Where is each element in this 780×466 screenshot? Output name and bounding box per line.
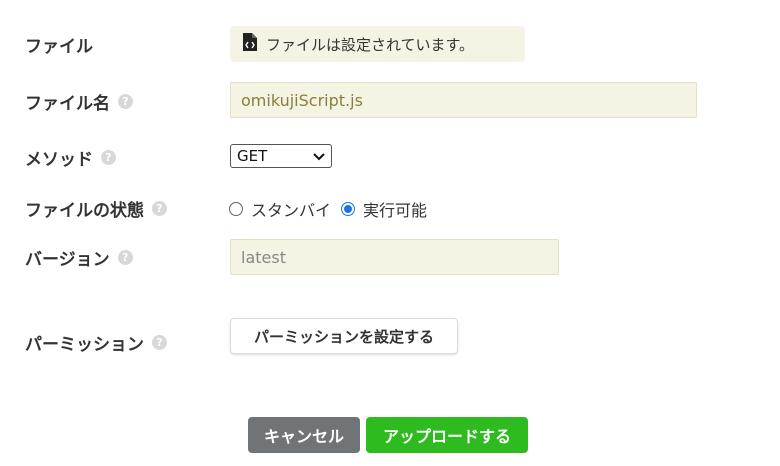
help-icon[interactable]: ? (101, 149, 116, 165)
file-status-text: ファイルは設定されています。 (266, 35, 475, 54)
cancel-button[interactable]: キャンセル (248, 417, 360, 453)
method-label: メソッド (25, 149, 93, 170)
file-label-row: ファイル (25, 32, 93, 57)
file-state-label-row: ファイルの状態 ? (25, 196, 167, 221)
method-select[interactable]: GET (230, 144, 332, 168)
file-label: ファイル (25, 36, 93, 57)
file-status-box: ファイルは設定されています。 (230, 26, 525, 62)
file-state-radio-group: スタンバイ 実行可能 (229, 197, 427, 221)
filename-label-row: ファイル名 ? (25, 89, 133, 114)
method-selected-value: GET (237, 147, 268, 165)
filename-label: ファイル名 (25, 93, 110, 114)
version-label-row: バージョン ? (25, 245, 133, 270)
permission-label-row: パーミッション ? (25, 330, 167, 355)
help-icon[interactable]: ? (117, 249, 133, 265)
set-permission-button[interactable]: パーミッションを設定する (230, 318, 458, 354)
version-label: バージョン (25, 249, 110, 270)
radio-executable-label[interactable]: 実行可能 (363, 197, 427, 221)
help-icon[interactable]: ? (152, 200, 167, 216)
radio-standby-label[interactable]: スタンバイ (251, 197, 331, 221)
radio-executable[interactable] (341, 202, 356, 216)
help-icon[interactable]: ? (118, 93, 133, 109)
filename-input[interactable] (230, 82, 697, 118)
file-state-label: ファイルの状態 (25, 200, 144, 221)
radio-standby[interactable] (229, 202, 243, 216)
method-label-row: メソッド ? (25, 145, 116, 170)
file-code-icon (242, 32, 258, 56)
chevron-down-icon (313, 147, 325, 165)
upload-button[interactable]: アップロードする (366, 417, 528, 453)
permission-label: パーミッション (25, 334, 144, 355)
help-icon[interactable]: ? (152, 334, 167, 350)
version-input[interactable] (230, 239, 559, 275)
